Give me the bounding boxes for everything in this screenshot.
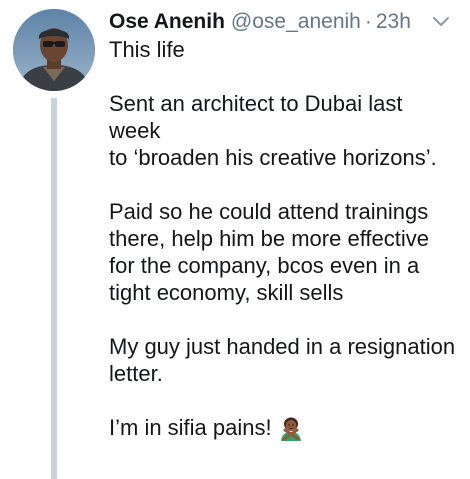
- tweet-header: Ose Anenih @ose_anenih · 23h: [109, 8, 411, 36]
- person-gesturing-no-emoji: [280, 417, 301, 441]
- tweet-text: This life Sent an architect to Dubai las…: [109, 36, 459, 441]
- chevron-down-icon[interactable]: [432, 16, 450, 28]
- tweet-paragraph: Paid so he could attend trainings there,…: [109, 199, 429, 305]
- avatar-image: [13, 9, 95, 91]
- tweet-last-line: I’m in sifia pains!: [109, 414, 459, 441]
- separator-dot: ·: [364, 10, 372, 33]
- tweet[interactable]: Ose Anenih @ose_anenih · 23h This life S…: [0, 0, 470, 479]
- thread-line: [51, 98, 57, 479]
- tweet-paragraph: My guy just handed in a resignation lett…: [109, 334, 456, 386]
- avatar[interactable]: [13, 9, 95, 91]
- display-name[interactable]: Ose Anenih: [109, 8, 225, 36]
- tweet-paragraph: Sent an architect to Dubai last week to …: [109, 91, 437, 170]
- timestamp[interactable]: 23h: [376, 8, 411, 36]
- tweet-paragraph: I’m in sifia pains!: [109, 415, 272, 440]
- user-handle[interactable]: @ose_anenih: [231, 8, 361, 36]
- tweet-paragraph: This life: [109, 37, 185, 62]
